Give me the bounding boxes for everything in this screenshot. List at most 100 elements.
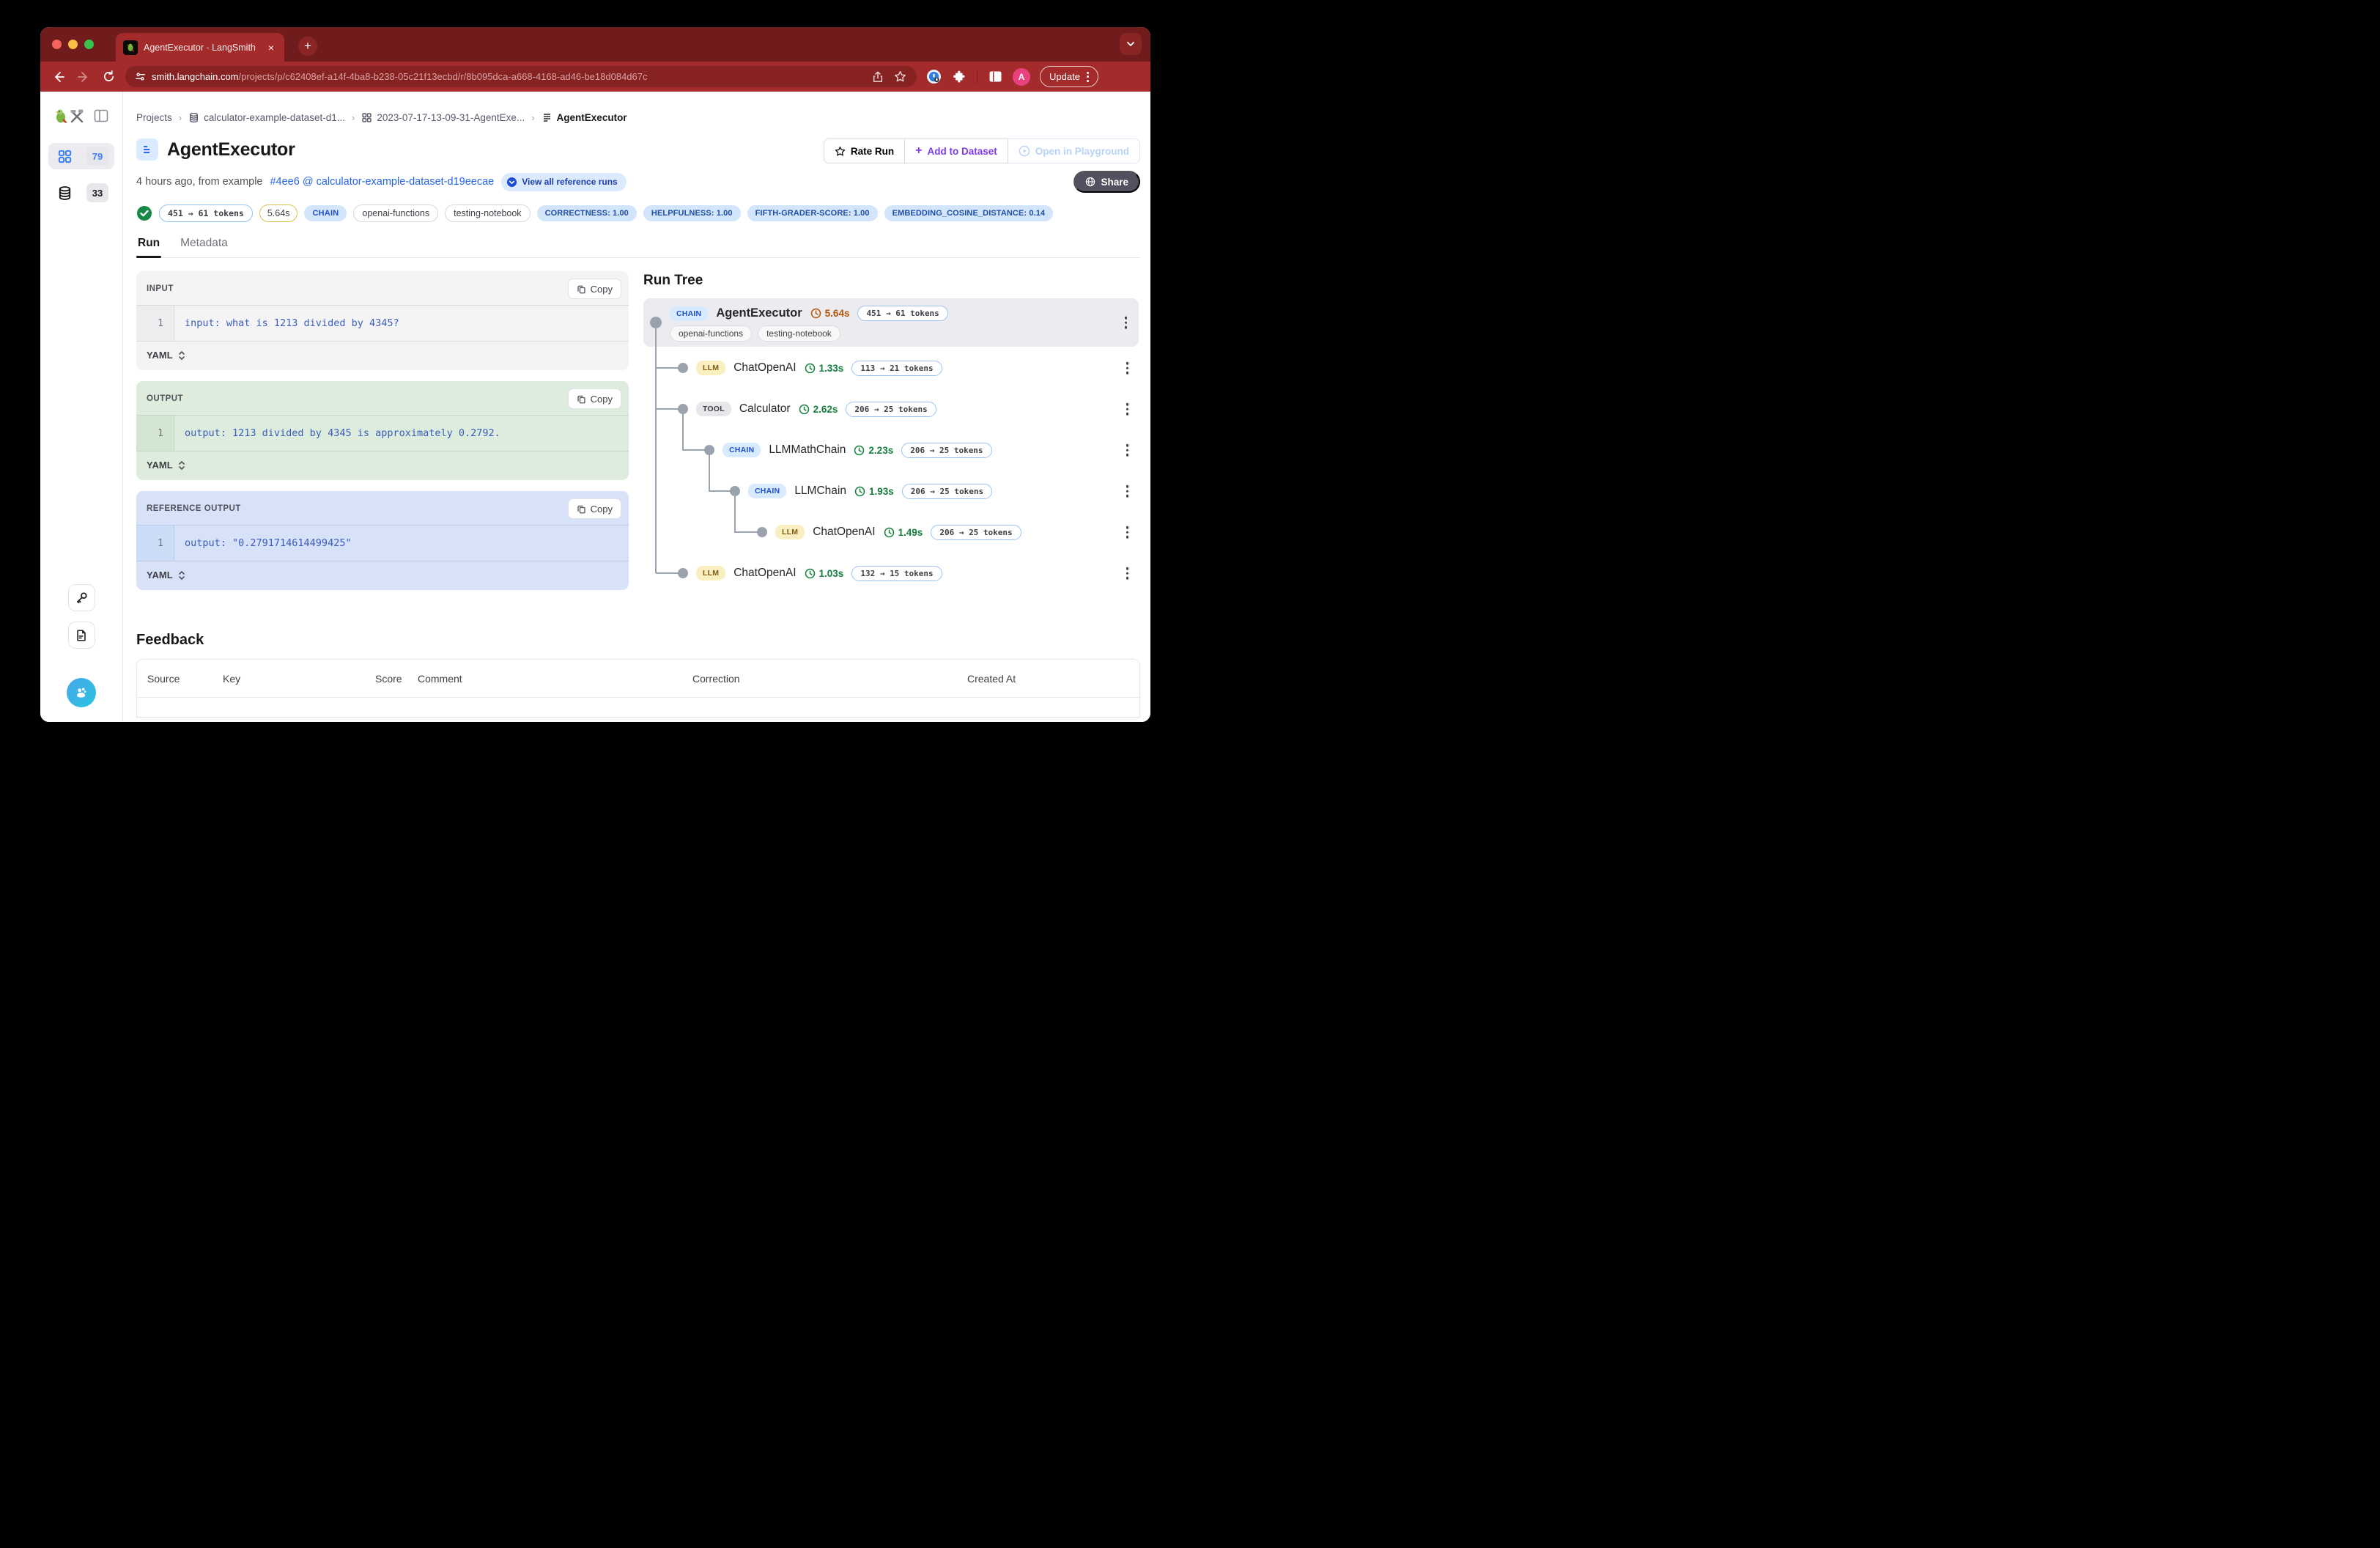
- password-manager-icon[interactable]: [925, 69, 942, 85]
- node-menu-icon[interactable]: [1123, 441, 1132, 460]
- node-type-pill: CHAIN: [670, 306, 708, 321]
- browser-tab[interactable]: AgentExecutor - LangSmith ×: [116, 33, 284, 62]
- breadcrumb-separator: ›: [352, 112, 355, 123]
- copy-icon: [577, 284, 586, 294]
- node-tokens-pill: 206 → 25 tokens: [846, 402, 936, 417]
- url-host: smith.langchain.com: [152, 71, 239, 82]
- column-comment: Comment: [415, 673, 690, 685]
- tree-node[interactable]: CHAIN LLMMathChain 2.23s 206 → 25 tokens: [643, 430, 1139, 471]
- run-tabs: Run Metadata: [136, 237, 1140, 258]
- close-window-button[interactable]: [52, 40, 62, 49]
- select-chevrons-icon[interactable]: [178, 350, 185, 361]
- tag-badge[interactable]: openai-functions: [353, 204, 438, 222]
- reference-output-label: REFERENCE OUTPUT: [147, 504, 241, 513]
- node-name: AgentExecutor: [716, 306, 802, 320]
- tab-search-chevron-icon[interactable]: [1120, 33, 1142, 55]
- back-icon[interactable]: [51, 69, 67, 85]
- extensions-puzzle-icon[interactable]: [951, 69, 967, 85]
- view-reference-runs-button[interactable]: View all reference runs: [501, 173, 627, 191]
- line-number: 1: [136, 306, 174, 341]
- url-text[interactable]: smith.langchain.com/projects/p/c62408ef-…: [152, 71, 647, 82]
- node-menu-icon[interactable]: [1123, 482, 1132, 501]
- rate-run-button[interactable]: Rate Run: [824, 139, 905, 163]
- run-type-badge: CHAIN: [304, 205, 347, 221]
- format-select-label[interactable]: YAML: [147, 460, 173, 471]
- breadcrumb-run[interactable]: AgentExecutor: [542, 112, 627, 123]
- clock-icon: [854, 486, 865, 497]
- tree-node[interactable]: CHAIN LLMChain 1.93s 206 → 25 tokens: [643, 471, 1139, 512]
- share-page-icon[interactable]: [870, 69, 886, 85]
- feedback-table-header: Source Key Score Comment Correction Crea…: [137, 660, 1139, 698]
- new-tab-button[interactable]: +: [298, 37, 317, 56]
- tag-badge[interactable]: testing-notebook: [445, 204, 530, 222]
- docs-button[interactable]: [68, 622, 95, 649]
- share-button[interactable]: Share: [1073, 171, 1140, 193]
- langsmith-app: 79 33: [40, 92, 1150, 722]
- copy-output-button[interactable]: Copy: [568, 388, 621, 409]
- sidebar-item-projects[interactable]: 79: [48, 143, 114, 169]
- tab-title: AgentExecutor - LangSmith: [144, 43, 259, 53]
- copy-input-button[interactable]: Copy: [568, 279, 621, 299]
- node-menu-icon[interactable]: [1123, 359, 1132, 377]
- site-settings-icon[interactable]: [134, 71, 146, 83]
- breadcrumb: Projects › calculator-example-dataset-d1…: [136, 109, 1140, 125]
- langsmith-logo-icon: [54, 108, 85, 124]
- tree-node[interactable]: TOOL Calculator 2.62s 206 → 25 tokens: [643, 388, 1139, 430]
- clock-icon: [884, 527, 895, 538]
- run-list-icon: [542, 112, 552, 123]
- minimize-window-button[interactable]: [68, 40, 78, 49]
- column-created-at: Created At: [964, 673, 1132, 685]
- browser-profile-avatar[interactable]: A: [1013, 68, 1030, 86]
- support-chat-button[interactable]: [67, 678, 96, 707]
- embedding-distance-badge[interactable]: EMBEDDING_COSINE_DISTANCE: 0.14: [884, 205, 1054, 221]
- tree-node[interactable]: LLM ChatOpenAI 1.33s 113 → 21 tokens: [643, 347, 1139, 388]
- correctness-badge[interactable]: CORRECTNESS: 1.00: [537, 205, 637, 221]
- node-menu-icon[interactable]: [1123, 564, 1132, 583]
- tree-node[interactable]: LLM ChatOpenAI 1.49s 206 → 25 tokens: [643, 512, 1139, 553]
- fifth-grader-score-badge[interactable]: FIFTH-GRADER-SCORE: 1.00: [747, 205, 878, 221]
- breadcrumb-dataset[interactable]: calculator-example-dataset-d1...: [188, 112, 345, 123]
- format-select-label[interactable]: YAML: [147, 350, 173, 361]
- sidebar-item-datasets[interactable]: 33: [48, 180, 114, 206]
- breadcrumb-projects[interactable]: Projects: [136, 112, 172, 123]
- example-link[interactable]: #4ee6 @ calculator-example-dataset-d19ee…: [270, 176, 494, 188]
- output-card: OUTPUT Copy 1 output: 1213 divided by 43…: [136, 381, 629, 480]
- node-menu-icon[interactable]: [1123, 400, 1132, 419]
- node-menu-icon[interactable]: [1122, 314, 1131, 332]
- node-menu-icon[interactable]: [1123, 523, 1132, 542]
- forward-icon[interactable]: [75, 69, 92, 85]
- api-keys-button[interactable]: [68, 584, 95, 611]
- line-number: 1: [136, 526, 174, 561]
- open-in-playground-button[interactable]: Open in Playground: [1008, 139, 1140, 163]
- output-code: output: 1213 divided by 4345 is approxim…: [174, 416, 511, 451]
- browser-sidebar-icon[interactable]: [987, 69, 1003, 85]
- format-select-label[interactable]: YAML: [147, 570, 173, 580]
- url-bar[interactable]: smith.langchain.com/projects/p/c62408ef-…: [125, 66, 917, 87]
- success-check-icon: [136, 205, 152, 221]
- run-tree-pane: Run Tree: [643, 271, 1140, 616]
- browser-menu-icon[interactable]: [1087, 72, 1089, 82]
- zoom-window-button[interactable]: [84, 40, 94, 49]
- breadcrumb-session[interactable]: 2023-07-17-13-09-31-AgentExe...: [361, 112, 525, 123]
- main-content: Projects › calculator-example-dataset-d1…: [123, 92, 1150, 722]
- tree-node[interactable]: LLM ChatOpenAI 1.03s 132 → 15 tokens: [643, 553, 1139, 594]
- add-to-dataset-button[interactable]: + Add to Dataset: [905, 139, 1008, 163]
- tab-close-icon[interactable]: ×: [265, 41, 277, 54]
- collapse-sidebar-icon[interactable]: [94, 108, 108, 123]
- tab-metadata[interactable]: Metadata: [179, 237, 229, 257]
- copy-icon: [577, 394, 586, 404]
- tree-node-root[interactable]: CHAIN AgentExecutor 5.64s 451 → 61 token…: [643, 298, 1139, 347]
- star-icon: [835, 146, 846, 157]
- input-card: INPUT Copy 1 input: what is 1213 divided…: [136, 271, 629, 370]
- helpfulness-badge[interactable]: HELPFULNESS: 1.00: [643, 205, 741, 221]
- reload-icon[interactable]: [100, 69, 117, 85]
- select-chevrons-icon[interactable]: [178, 570, 185, 580]
- bookmark-star-icon[interactable]: [892, 69, 908, 85]
- datasets-count-badge: 33: [86, 183, 108, 202]
- io-pane: INPUT Copy 1 input: what is 1213 divided…: [136, 271, 629, 616]
- tab-run[interactable]: Run: [136, 237, 161, 257]
- copy-reference-button[interactable]: Copy: [568, 498, 621, 519]
- select-chevrons-icon[interactable]: [178, 460, 185, 471]
- feedback-title: Feedback: [136, 632, 1140, 649]
- browser-update-button[interactable]: Update: [1040, 66, 1098, 87]
